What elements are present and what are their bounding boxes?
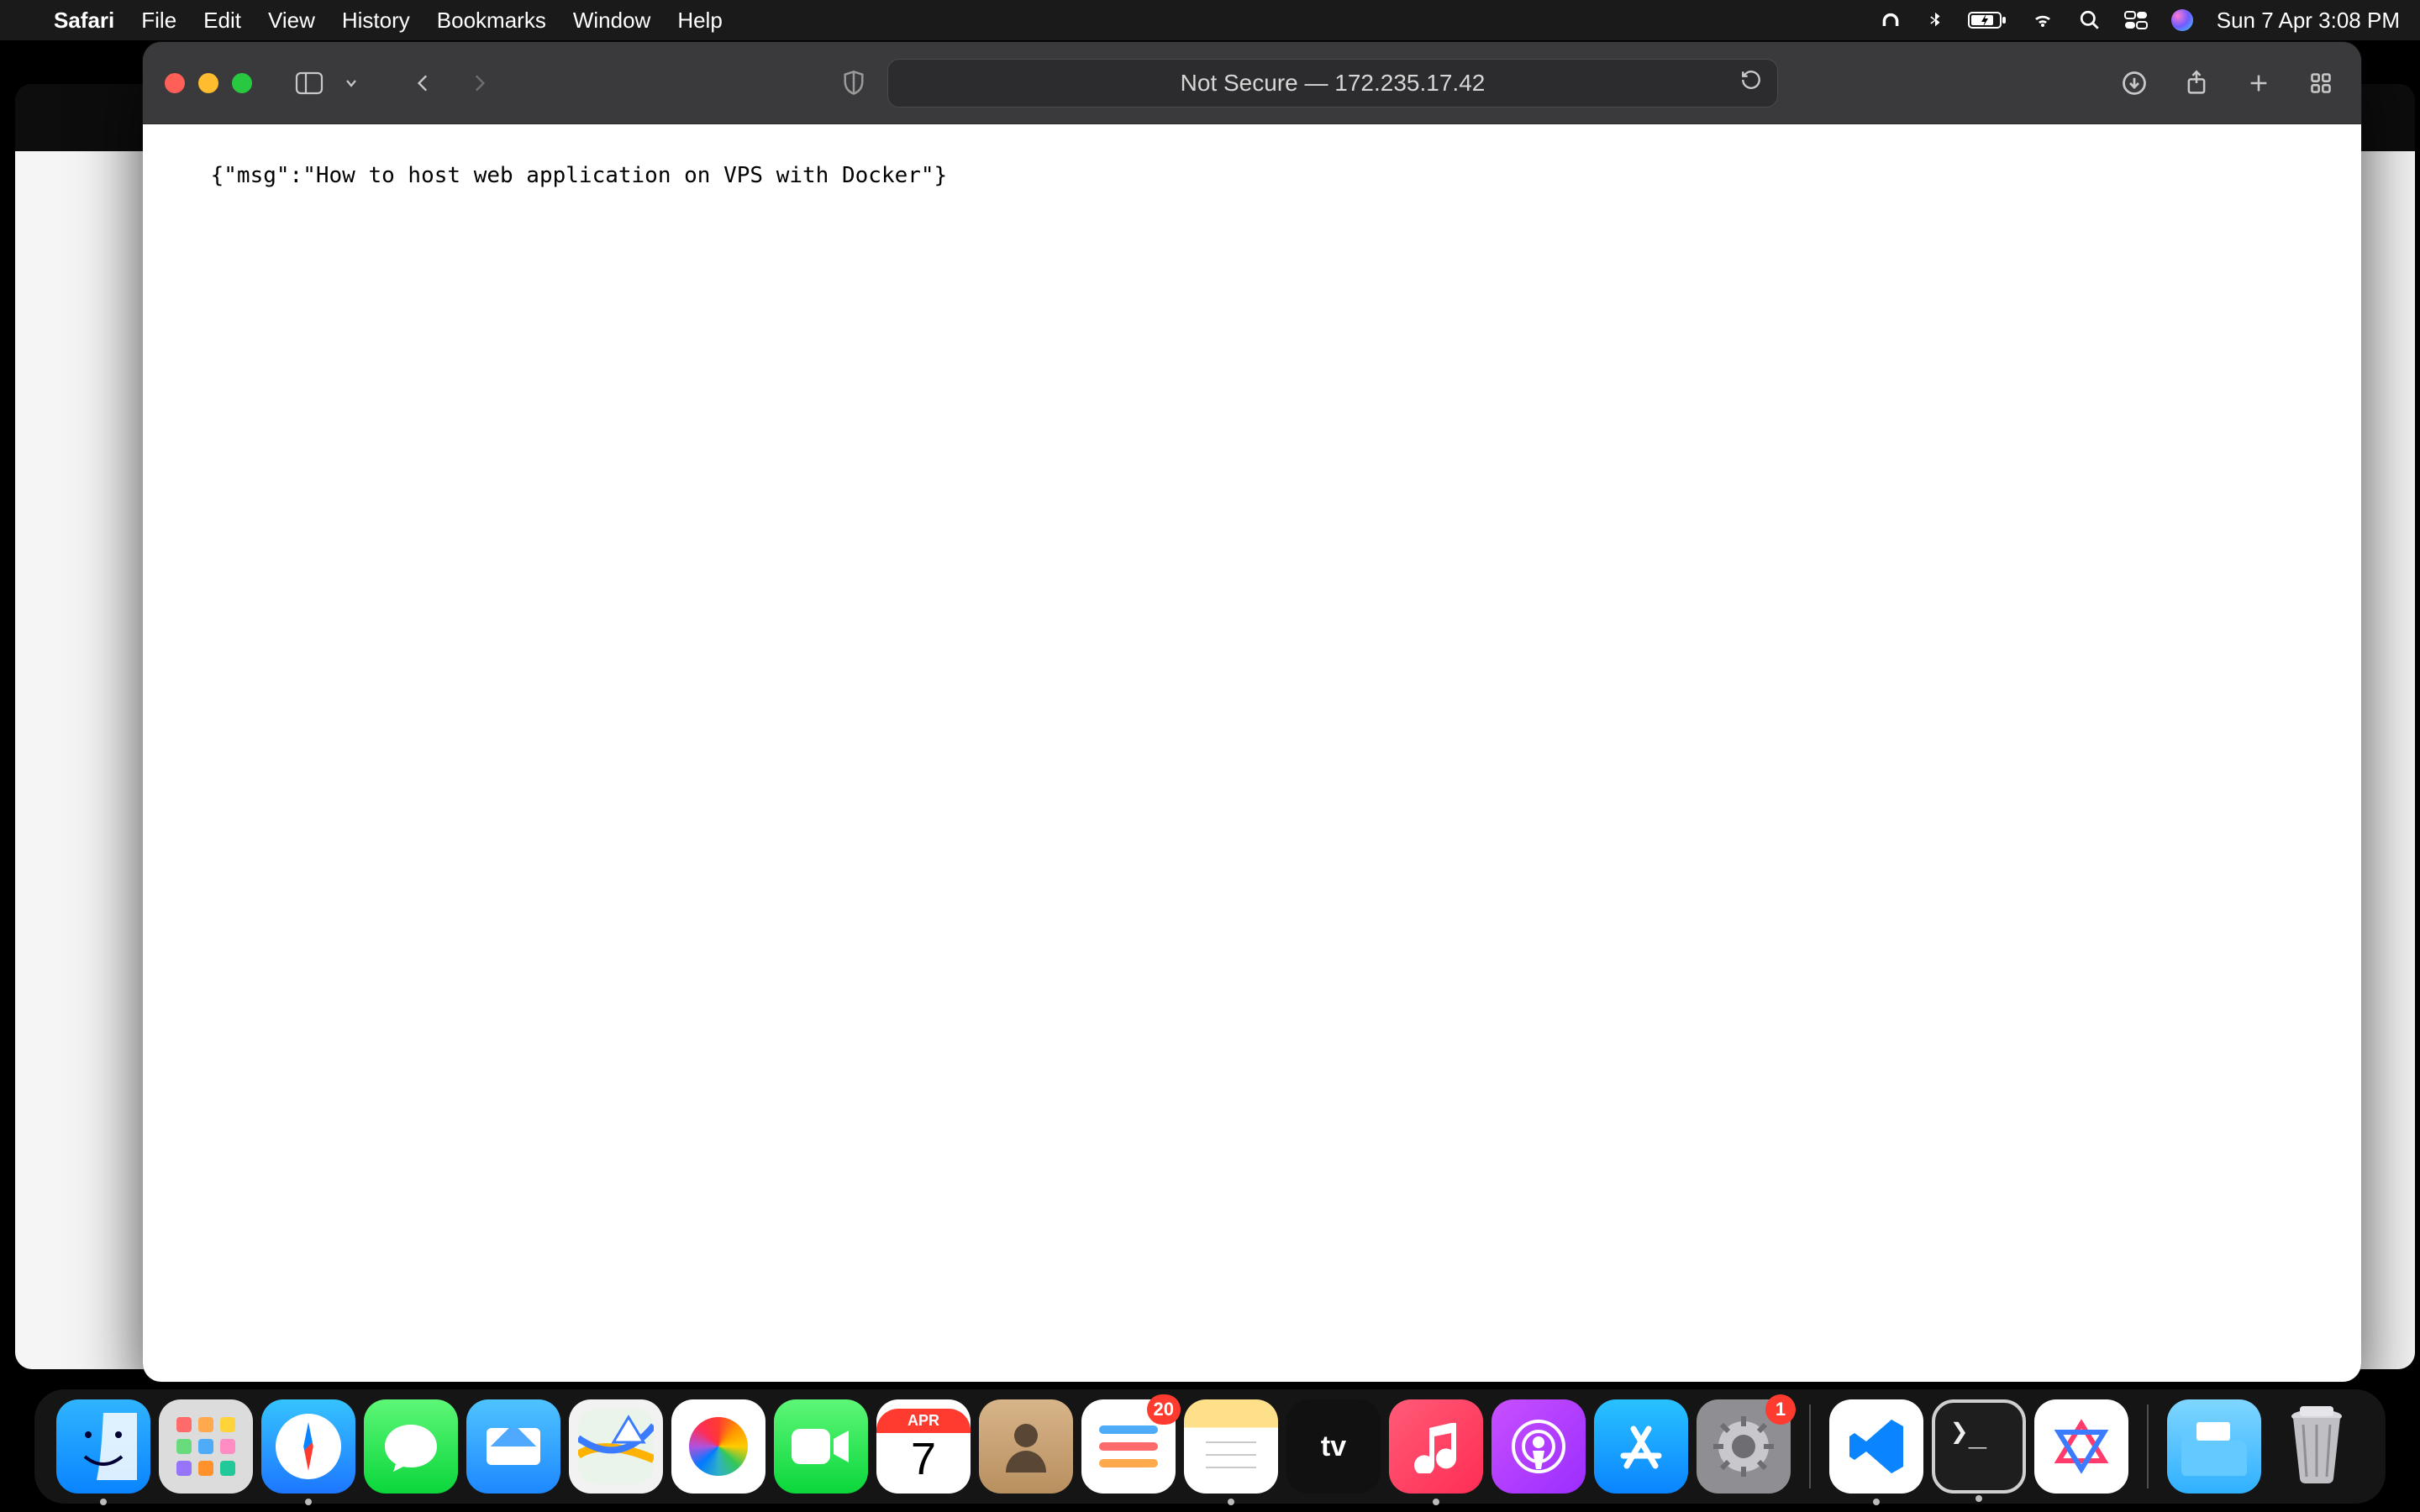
safari-window: Not Secure — 172.235.17.42 {"msg":"How t… [143, 42, 2361, 1382]
dock-vscode[interactable] [1829, 1399, 1923, 1494]
dock-launchpad[interactable] [159, 1399, 253, 1494]
fullscreen-button[interactable] [232, 73, 252, 93]
new-tab-button[interactable] [2240, 65, 2277, 102]
page-content: {"msg":"How to host web application on V… [143, 124, 2361, 1382]
calendar-day: 7 [911, 1433, 936, 1485]
dock-app-generic[interactable] [2034, 1399, 2128, 1494]
dock-contacts[interactable] [979, 1399, 1073, 1494]
menu-view[interactable]: View [268, 8, 315, 34]
address-bar[interactable]: Not Secure — 172.235.17.42 [887, 59, 1778, 108]
dock-trash[interactable] [2270, 1399, 2364, 1494]
dock-downloads[interactable] [2167, 1399, 2261, 1494]
page-body-text: {"msg":"How to host web application on V… [211, 163, 948, 188]
dock: APR 7 20 tv 1 ❯_ [34, 1389, 2386, 1504]
close-button[interactable] [165, 73, 185, 93]
app-menu[interactable]: Safari [54, 8, 114, 34]
reminders-badge: 20 [1147, 1394, 1181, 1425]
calendar-month: APR [876, 1409, 971, 1433]
back-button[interactable] [405, 65, 442, 102]
tab-overview-button[interactable] [2302, 65, 2339, 102]
reload-button[interactable] [1740, 69, 1762, 97]
running-indicator [1873, 1499, 1880, 1505]
downloads-button[interactable] [2116, 65, 2153, 102]
running-indicator [1433, 1499, 1439, 1505]
dock-notes[interactable] [1184, 1399, 1278, 1494]
minimize-button[interactable] [198, 73, 218, 93]
settings-badge: 1 [1765, 1394, 1796, 1425]
menu-history[interactable]: History [342, 8, 410, 34]
window-controls [165, 73, 252, 93]
dock-music[interactable] [1389, 1399, 1483, 1494]
dock-settings[interactable]: 1 [1697, 1399, 1791, 1494]
dock-terminal[interactable]: ❯_ [1932, 1399, 2026, 1494]
tab-group-chevron-icon[interactable] [333, 65, 370, 102]
running-indicator [1975, 1495, 1982, 1502]
spotlight-icon[interactable] [2079, 9, 2101, 31]
dock-reminders[interactable]: 20 [1081, 1399, 1176, 1494]
address-text: Not Secure — 172.235.17.42 [1181, 70, 1486, 97]
menu-help[interactable]: Help [677, 8, 722, 34]
dock-messages[interactable] [364, 1399, 458, 1494]
dock-tv[interactable]: tv [1286, 1399, 1381, 1494]
forward-button[interactable] [460, 65, 497, 102]
dock-appstore[interactable] [1594, 1399, 1688, 1494]
user-avatar-icon[interactable] [2171, 9, 2193, 31]
control-center-icon[interactable] [2124, 10, 2148, 30]
dock-facetime[interactable] [774, 1399, 868, 1494]
running-indicator [1228, 1499, 1234, 1505]
sidebar-toggle-button[interactable] [291, 65, 328, 102]
dock-separator [1809, 1404, 1811, 1488]
dock-calendar[interactable]: APR 7 [876, 1399, 971, 1494]
bluetooth-icon[interactable] [1926, 8, 1944, 32]
menu-window[interactable]: Window [573, 8, 650, 34]
privacy-shield-icon[interactable] [835, 65, 872, 102]
dock-finder[interactable] [56, 1399, 150, 1494]
menubar-datetime[interactable]: Sun 7 Apr 3:08 PM [2217, 8, 2400, 34]
dock-podcasts[interactable] [1491, 1399, 1586, 1494]
dock-separator [2147, 1404, 2149, 1488]
safari-toolbar: Not Secure — 172.235.17.42 [143, 42, 2361, 124]
menubar: Safari File Edit View History Bookmarks … [0, 0, 2420, 40]
dock-mail[interactable] [466, 1399, 560, 1494]
menu-bookmarks[interactable]: Bookmarks [437, 8, 546, 34]
dock-maps[interactable] [569, 1399, 663, 1494]
menu-file[interactable]: File [141, 8, 176, 34]
running-indicator [100, 1499, 107, 1505]
battery-icon[interactable] [1968, 10, 2007, 30]
share-button[interactable] [2178, 65, 2215, 102]
airpods-icon[interactable] [1879, 8, 1902, 32]
menu-edit[interactable]: Edit [203, 8, 241, 34]
running-indicator [305, 1499, 312, 1505]
dock-photos[interactable] [671, 1399, 765, 1494]
dock-safari[interactable] [261, 1399, 355, 1494]
wifi-icon[interactable] [2030, 10, 2055, 30]
